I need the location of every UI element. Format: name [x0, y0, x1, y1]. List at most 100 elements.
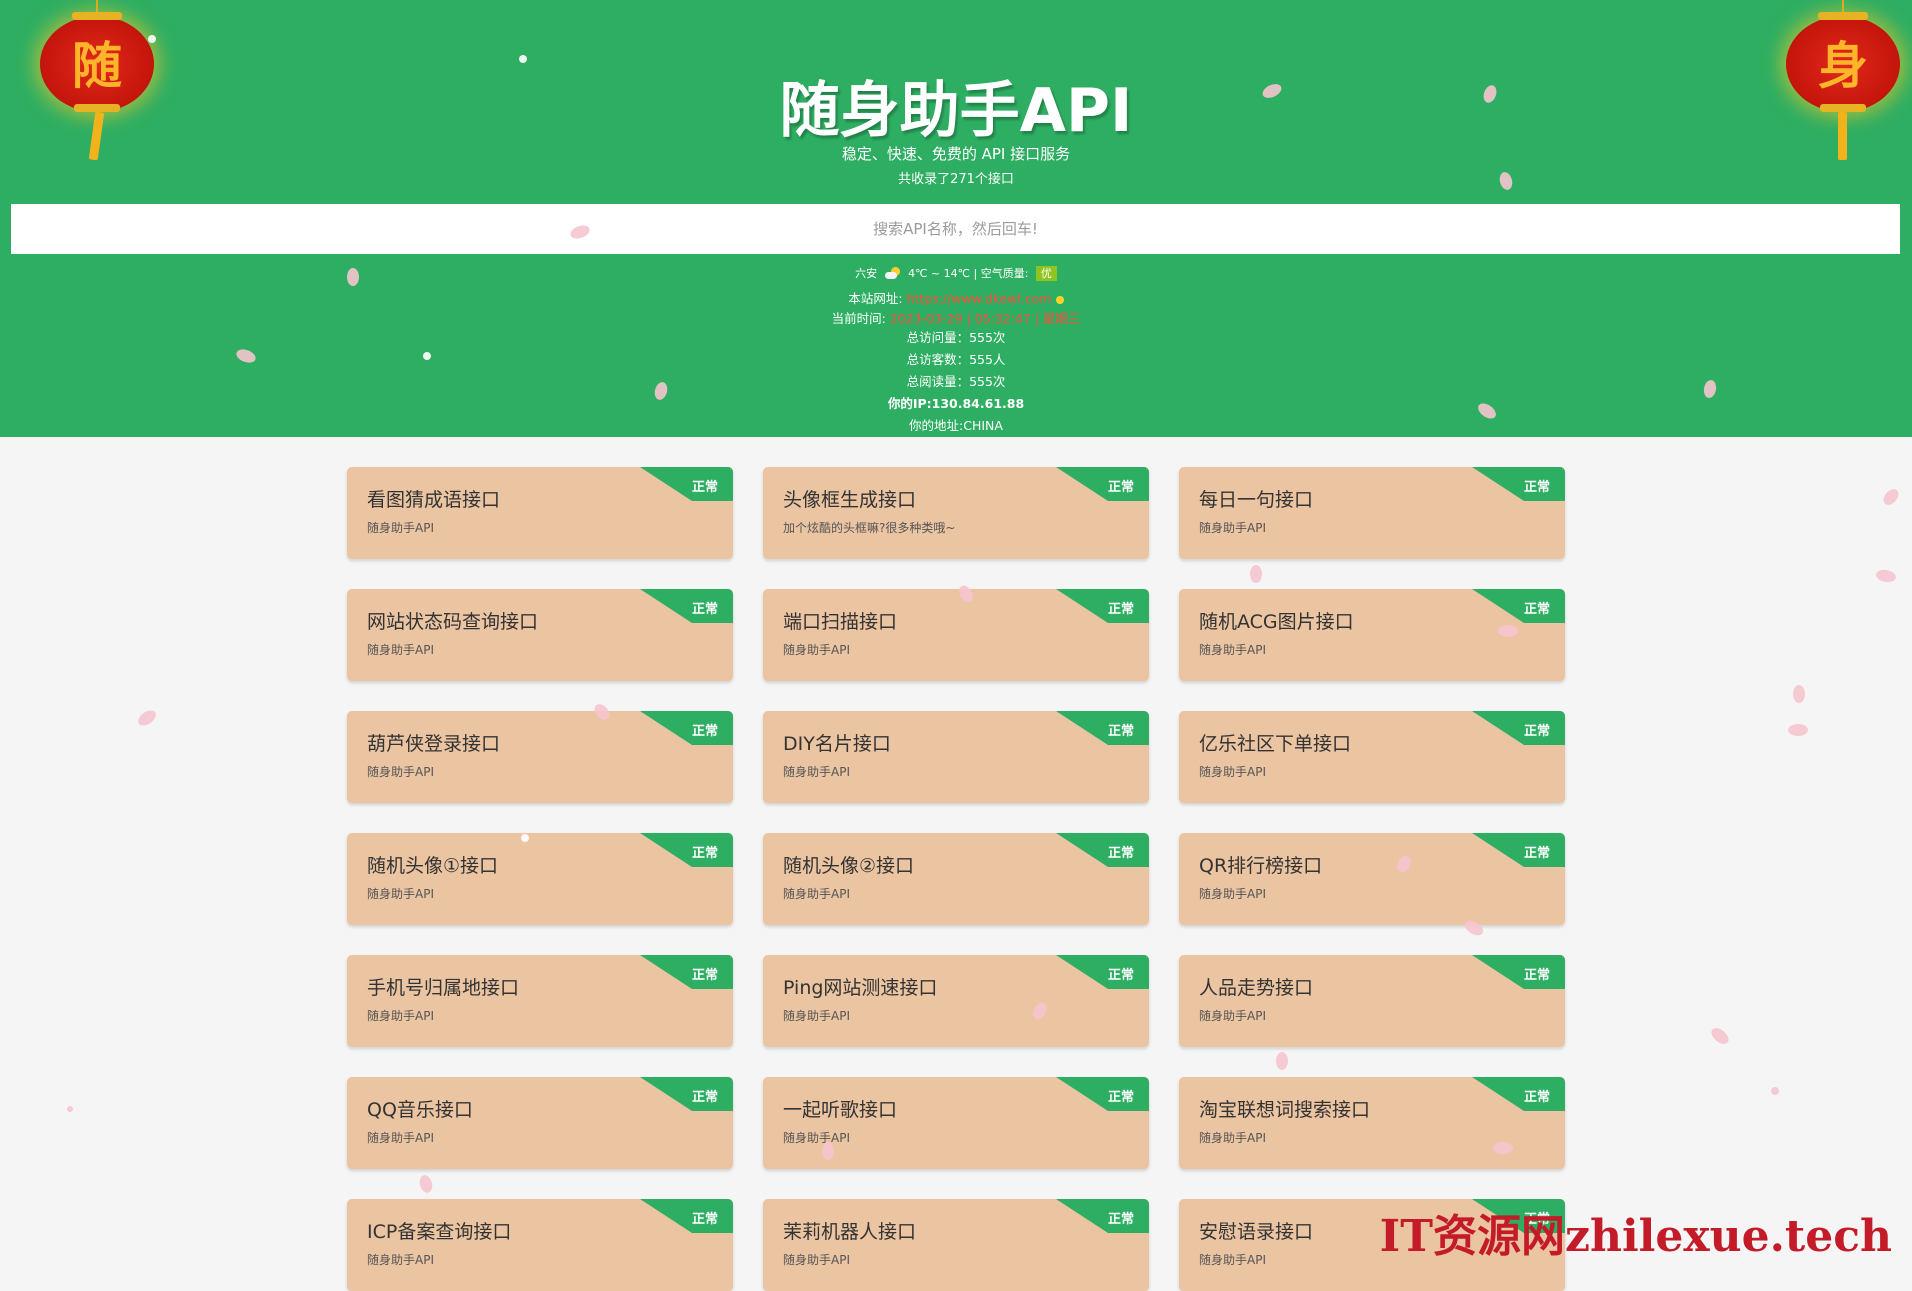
status-ribbon	[1472, 589, 1565, 623]
weather-widget: 六安 4℃ ~ 14℃ | 空气质量: 优	[0, 265, 1912, 283]
api-card[interactable]: 亿乐社区下单接口 随身助手API 正常	[1179, 711, 1565, 803]
api-card-name: 安慰语录接口	[1199, 1221, 1314, 1243]
api-card-name: 看图猜成语接口	[367, 489, 501, 511]
status-badge: 正常	[1107, 602, 1134, 617]
api-card[interactable]: 随机头像②接口 随身助手API 正常	[763, 833, 1149, 925]
time-value: 2023-03-29 | 05:32:47 | 星期三	[889, 311, 1081, 326]
api-card-name: Ping网站测速接口	[783, 977, 938, 999]
total-visits: 总访问量：555次	[906, 330, 1006, 345]
visitor-ip: 你的IP:130.84.61.88	[887, 396, 1025, 411]
api-card-name: 随机ACG图片接口	[1199, 611, 1354, 633]
api-card-desc: 随身助手API	[367, 765, 434, 779]
total-visitors: 总访客数：555人	[906, 352, 1006, 367]
api-card[interactable]: 手机号归属地接口 随身助手API 正常	[347, 955, 733, 1047]
status-badge: 正常	[1523, 1090, 1550, 1105]
status-ribbon	[1056, 1077, 1149, 1111]
status-badge: 正常	[1523, 968, 1550, 983]
api-card[interactable]: QR排行榜接口 随身助手API 正常	[1179, 833, 1565, 925]
api-card-desc: 随身助手API	[1199, 1131, 1266, 1145]
status-ribbon	[1472, 467, 1565, 501]
api-card-name: 人品走势接口	[1199, 977, 1314, 999]
petal-icon	[1875, 568, 1897, 584]
status-badge: 正常	[691, 480, 718, 495]
api-card[interactable]: 茉莉机器人接口 随身助手API 正常	[763, 1199, 1149, 1291]
partly-cloudy-icon	[884, 267, 901, 281]
weather-temp: 4℃ ~ 14℃ | 空气质量:	[908, 267, 1029, 280]
petal-icon	[1793, 685, 1805, 703]
status-badge: 正常	[691, 968, 718, 983]
status-badge: 正常	[1107, 1212, 1134, 1227]
petal-icon	[1250, 565, 1262, 583]
api-card[interactable]: 人品走势接口随身助手API 正常	[1179, 955, 1565, 1047]
api-card[interactable]: Ping网站测速接口随身助手API 正常	[763, 955, 1149, 1047]
status-ribbon	[1472, 1077, 1565, 1111]
petal-icon	[1880, 486, 1902, 508]
petal-icon	[1493, 1142, 1513, 1154]
status-badge: 正常	[691, 846, 718, 861]
status-ribbon	[1472, 955, 1565, 989]
page-title: 随身助手API	[779, 76, 1133, 146]
api-card-desc: 随身助手API	[367, 1009, 434, 1023]
status-ribbon	[640, 589, 733, 623]
status-badge: 正常	[1523, 724, 1550, 739]
api-card-desc: 随身助手API	[783, 887, 850, 901]
api-card[interactable]: 淘宝联想词搜索接口随身助手API 正常	[1179, 1077, 1565, 1169]
status-badge: 正常	[691, 1212, 718, 1227]
petal-icon	[521, 834, 529, 842]
api-card-desc: 随身助手API	[783, 1131, 850, 1145]
api-card-desc: 随身助手API	[1199, 765, 1266, 779]
petal-icon	[67, 1106, 73, 1112]
api-card[interactable]: 葫芦侠登录接口 随身助手API 正常	[347, 711, 733, 803]
status-badge: 正常	[1107, 968, 1134, 983]
petal-icon	[1771, 1087, 1779, 1095]
api-card[interactable]: 头像框生成接口 加个炫酷的头框嘛?很多种类哦~ 正常	[763, 467, 1149, 559]
api-card[interactable]: 一起听歌接口 随身助手API 正常	[763, 1077, 1149, 1169]
site-url-line: 本站网址: https://www.dkewl.com	[0, 290, 1912, 308]
total-reads: 总阅读量：555次	[906, 374, 1006, 389]
status-ribbon	[640, 1199, 733, 1233]
api-card-name: DIY名片接口	[783, 733, 891, 755]
api-card[interactable]: 网站状态码查询接口 随身助手API 正常	[347, 589, 733, 681]
api-card-desc: 随身助手API	[1199, 643, 1266, 657]
site-url-link[interactable]: https://www.dkewl.com	[907, 291, 1052, 306]
status-ribbon	[1472, 711, 1565, 745]
status-badge: 正常	[1107, 846, 1134, 861]
status-ribbon	[1056, 955, 1149, 989]
status-badge: 正常	[691, 1090, 718, 1105]
petal-icon	[423, 352, 431, 360]
api-card[interactable]: ICP备案查询接口 随身助手API 正常	[347, 1199, 733, 1291]
api-card-name: 端口扫描接口	[783, 611, 898, 633]
api-card[interactable]: 随机头像①接口随身助手API 正常	[347, 833, 733, 925]
page-subtitle: 稳定、快速、免费的 API 接口服务	[841, 145, 1071, 163]
api-card-name: 一起听歌接口	[783, 1099, 898, 1121]
api-card-desc: 随身助手API	[367, 521, 434, 535]
petal-icon	[148, 35, 156, 43]
status-badge: 正常	[1107, 724, 1134, 739]
api-card[interactable]: 端口扫描接口 随身助手API 正常	[763, 589, 1149, 681]
petal-icon	[1788, 724, 1808, 736]
api-card[interactable]: QQ音乐接口 随身助手API 正常	[347, 1077, 733, 1169]
petal-icon	[1708, 1024, 1732, 1048]
api-card-name: ICP备案查询接口	[367, 1221, 512, 1243]
api-card-desc: 随身助手API	[783, 1009, 850, 1023]
status-badge: 正常	[1523, 846, 1550, 861]
api-card[interactable]: DIY名片接口 随身助手API 正常	[763, 711, 1149, 803]
petal-icon	[347, 268, 359, 286]
api-card-name: 葫芦侠登录接口	[367, 733, 501, 755]
status-ribbon	[1056, 833, 1149, 867]
api-card[interactable]: 每日一句接口 随身助手API 正常	[1179, 467, 1565, 559]
api-card-name: 头像框生成接口	[783, 489, 917, 511]
status-badge: 正常	[1523, 602, 1550, 617]
api-card-desc: 随身助手API	[1199, 887, 1266, 901]
header-banner: 随 身 随身助手API 稳定、快速、免费的 API 接口服务 共收录了271个接…	[0, 0, 1912, 437]
api-card-desc: 随身助手API	[1199, 521, 1266, 535]
status-ribbon	[1056, 467, 1149, 501]
api-card[interactable]: 看图猜成语接口随身助手API 正常	[347, 467, 733, 559]
watermark: IT资源网zhilexue.tech	[1379, 1211, 1892, 1262]
api-card-desc: 随身助手API	[367, 887, 434, 901]
api-card-name: 随机头像①接口	[367, 855, 499, 877]
api-card-desc: 随身助手API	[1199, 1009, 1266, 1023]
search-input[interactable]	[11, 204, 1900, 254]
api-card-name: 淘宝联想词搜索接口	[1199, 1099, 1371, 1121]
status-ribbon	[640, 467, 733, 501]
